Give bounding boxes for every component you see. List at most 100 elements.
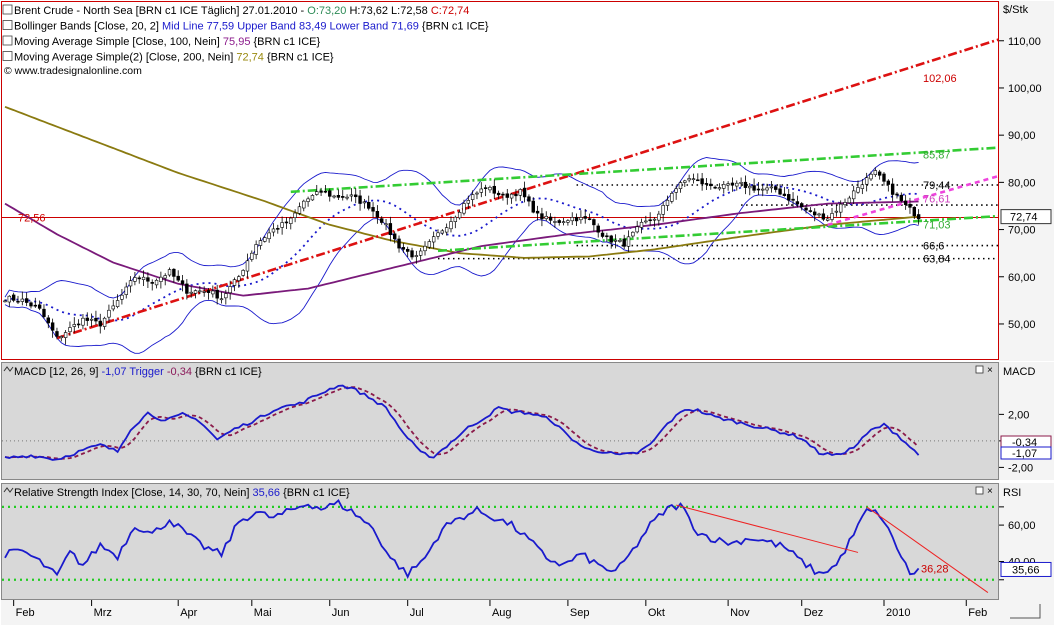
candle-body — [592, 220, 595, 225]
panel-close-icon: × — [987, 486, 993, 497]
rsi-annotation: 36,28 — [921, 563, 949, 575]
candle-body — [302, 201, 305, 208]
candle-body — [722, 184, 725, 188]
candle-body — [233, 280, 236, 286]
candle-body — [800, 204, 803, 207]
candle-body — [562, 222, 565, 223]
candle-body — [159, 277, 162, 281]
price-legend-1: Bollinger Bands [Close, 20, 2] Mid Line … — [14, 21, 489, 33]
candle-body — [51, 323, 54, 331]
price-tick-label: 100,00 — [1008, 83, 1042, 95]
price-tick-label: 110,00 — [1008, 36, 1041, 48]
price-unit-label: $/Stk — [1003, 4, 1029, 16]
candle-body — [281, 223, 284, 228]
candle-body — [631, 232, 634, 236]
month-label-5: Jul — [410, 607, 424, 619]
month-label-0: Feb — [16, 607, 35, 619]
candle-body — [887, 181, 890, 185]
candle-body — [203, 291, 206, 292]
candle-body — [575, 217, 578, 221]
candle-body — [419, 251, 422, 255]
candle-body — [432, 237, 435, 242]
month-label-8: Okt — [648, 607, 665, 619]
candle-body — [757, 189, 760, 190]
candle-body — [528, 197, 531, 201]
candle-body — [289, 218, 292, 224]
candle-body — [60, 336, 63, 337]
candle-body — [246, 261, 249, 271]
candle-body — [766, 188, 769, 190]
candle-body — [705, 183, 708, 184]
candle-body — [385, 224, 388, 225]
candle-body — [822, 214, 825, 219]
candle-body — [484, 188, 487, 189]
month-label-6: Aug — [492, 607, 512, 619]
candle-body — [735, 183, 738, 186]
candle-body — [748, 186, 751, 188]
month-label-12: Feb — [968, 607, 987, 619]
candle-body — [268, 233, 271, 239]
candle-body — [298, 207, 301, 214]
candle-body — [761, 189, 764, 190]
candle-body — [198, 291, 201, 292]
candle-body — [86, 318, 89, 321]
candle-body — [406, 249, 409, 251]
candle-body — [164, 276, 167, 279]
candle-body — [190, 292, 193, 293]
candle-body — [82, 318, 85, 325]
candle-body — [285, 222, 288, 223]
candle-body — [896, 194, 899, 195]
candle-body — [787, 194, 790, 200]
macd-legend: MACD [12, 26, 9] -1,07 Trigger -0,34 {BR… — [14, 366, 262, 378]
candle-body — [415, 255, 418, 256]
candle-body — [328, 191, 331, 197]
candle-body — [644, 221, 647, 222]
candle-body — [558, 221, 561, 223]
candle-body — [506, 194, 509, 198]
price-tick-label: 70,00 — [1008, 225, 1036, 237]
month-label-10: Dez — [804, 607, 824, 619]
macd-axis-title: MACD — [1003, 366, 1035, 378]
price-tick-label: 60,00 — [1008, 272, 1036, 284]
candle-body — [852, 191, 855, 199]
candle-body — [541, 214, 544, 219]
month-label-11: 2010 — [886, 607, 910, 619]
candle-body — [874, 171, 877, 175]
candle-body — [623, 239, 626, 246]
price-legend-2: Moving Average Simple [Close, 100, Nein]… — [14, 36, 320, 48]
candle-body — [571, 217, 574, 220]
candle-body — [519, 189, 522, 195]
rsi-value: 35,66 — [1012, 564, 1040, 576]
candle-body — [809, 211, 812, 212]
candle-body — [224, 294, 227, 298]
candle-body — [441, 231, 444, 233]
legend-box-icon — [3, 5, 12, 14]
price-legend-3: Moving Average Simple(2) [Close, 200, Ne… — [14, 52, 334, 64]
candle-body — [172, 269, 175, 276]
candle-body — [774, 187, 777, 190]
candle-body — [675, 189, 678, 193]
candle-body — [168, 270, 171, 275]
candle-body — [601, 233, 604, 236]
candle-body — [17, 301, 20, 302]
candle-body — [250, 253, 253, 259]
candle-body — [30, 303, 33, 306]
candle-body — [398, 239, 401, 248]
candle-body — [913, 207, 916, 216]
candle-body — [294, 213, 297, 218]
candle-body — [138, 278, 141, 279]
candle-body — [259, 241, 262, 246]
brent-crude-chart: $/Stk50,0060,0070,0080,0090,00100,00110,… — [0, 0, 1055, 626]
candle-body — [861, 185, 864, 189]
candle-body — [532, 201, 535, 212]
candle-body — [813, 212, 816, 215]
candle-body — [688, 178, 691, 179]
candle-body — [77, 324, 80, 325]
macd-panel-frame — [2, 363, 999, 480]
candle-body — [155, 280, 158, 285]
candle-body — [493, 186, 496, 193]
candle-body — [878, 172, 881, 175]
candle-body — [4, 301, 7, 302]
candle-body — [393, 234, 396, 239]
candle-body — [480, 189, 483, 192]
